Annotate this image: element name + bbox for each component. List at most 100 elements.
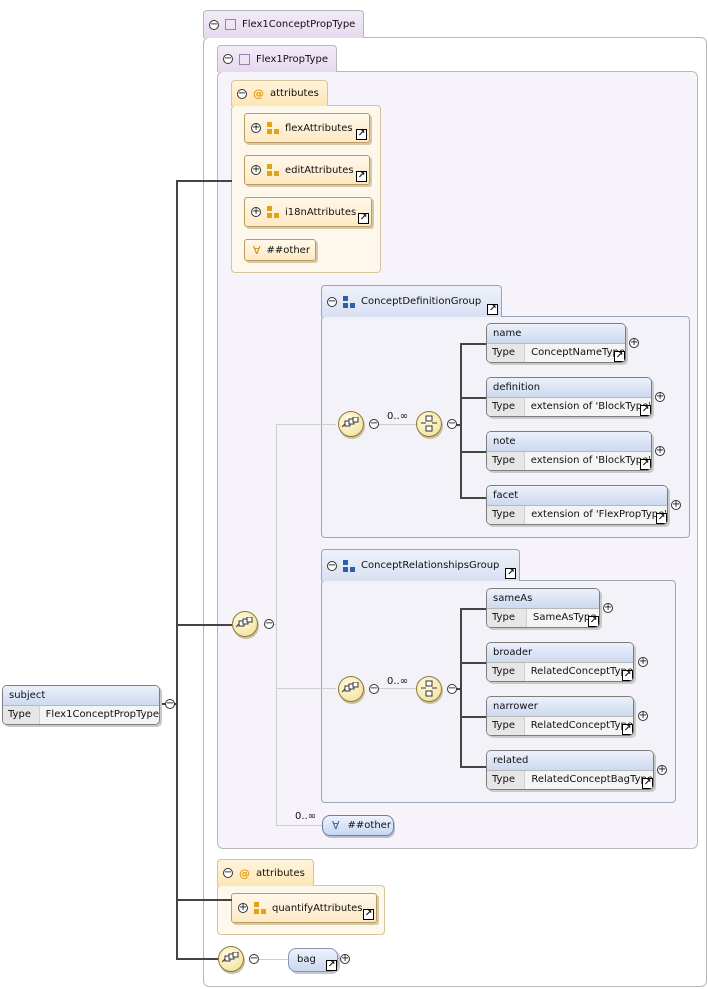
- connector-thin: [276, 424, 277, 826]
- collapse-icon[interactable]: −: [165, 699, 175, 709]
- expand-icon[interactable]: +: [251, 207, 261, 217]
- link-arrow-icon[interactable]: ↗: [642, 778, 653, 789]
- link-arrow-icon[interactable]: ↗: [356, 129, 367, 140]
- collapse-icon[interactable]: −: [223, 54, 233, 64]
- any-element-other[interactable]: ∀ ##other: [322, 815, 394, 836]
- link-arrow-icon[interactable]: ↗: [614, 351, 625, 362]
- link-arrow-icon[interactable]: ↗: [640, 405, 651, 416]
- multiplicity-label: 0..∞: [387, 676, 409, 687]
- expand-icon[interactable]: +: [638, 711, 648, 721]
- type-label: Type: [487, 717, 525, 735]
- expand-icon[interactable]: +: [251, 123, 261, 133]
- element-note[interactable]: note Type extension of 'BlockType' ↗: [486, 431, 652, 471]
- group-label: ConceptDefinitionGroup: [361, 296, 482, 307]
- attribute-at-icon: @: [239, 866, 250, 880]
- sequence-compositor-relationships[interactable]: [338, 676, 364, 702]
- link-arrow-icon[interactable]: ↗: [622, 670, 633, 681]
- expand-icon[interactable]: +: [629, 338, 639, 348]
- multiplicity-label: 0..∞: [295, 811, 317, 822]
- collapse-icon[interactable]: −: [209, 19, 219, 30]
- expand-icon[interactable]: +: [657, 765, 667, 775]
- choice-compositor-relationships[interactable]: [416, 676, 442, 702]
- collapse-icon[interactable]: −: [264, 619, 274, 629]
- sequence-compositor-bag[interactable]: [218, 946, 244, 972]
- ref-label: i18nAttributes: [285, 206, 357, 218]
- attributes-bottom-tab[interactable]: − @ attributes: [217, 859, 314, 886]
- link-arrow-icon[interactable]: ↗: [588, 616, 599, 627]
- attribute-group-ref-editattributes[interactable]: + editAttributes ↗: [244, 155, 370, 185]
- type-label: Flex1PropType: [256, 53, 328, 65]
- attribute-group-icon: [254, 902, 266, 914]
- any-label: ##other: [266, 244, 310, 256]
- connector: [176, 958, 218, 960]
- collapse-icon[interactable]: −: [447, 419, 457, 429]
- ref-label: quantifyAttributes: [272, 902, 363, 914]
- element-sameas[interactable]: sameAs Type SameAsType ↗: [486, 588, 600, 628]
- element-definition[interactable]: definition Type extension of 'BlockType' …: [486, 377, 652, 417]
- link-arrow-icon[interactable]: ↗: [363, 909, 374, 920]
- expand-icon[interactable]: +: [638, 657, 648, 667]
- expand-icon[interactable]: +: [655, 446, 665, 456]
- connector: [460, 716, 486, 718]
- link-arrow-icon[interactable]: ↗: [640, 459, 651, 470]
- element-name-label: facet: [487, 486, 667, 506]
- connector: [460, 451, 486, 453]
- expand-icon[interactable]: +: [603, 603, 613, 613]
- collapse-icon[interactable]: −: [327, 560, 337, 571]
- collapse-icon[interactable]: −: [369, 419, 379, 429]
- conceptrelationshipsgroup-tab[interactable]: − ConceptRelationshipsGroup ↗: [321, 549, 521, 581]
- connector-thin: [378, 424, 416, 425]
- link-arrow-icon[interactable]: ↗: [622, 724, 633, 735]
- link-arrow-icon[interactable]: ↗: [326, 960, 337, 971]
- connector-thin: [276, 688, 336, 689]
- link-arrow-icon[interactable]: ↗: [505, 568, 517, 579]
- element-bag[interactable]: bag ↗: [288, 948, 338, 972]
- link-arrow-icon[interactable]: ↗: [487, 304, 499, 315]
- group-icon: [343, 295, 355, 308]
- expand-icon[interactable]: +: [655, 392, 665, 402]
- collapse-icon[interactable]: −: [327, 296, 337, 307]
- any-attribute-icon: ∀: [253, 243, 261, 257]
- element-related[interactable]: related Type RelatedConceptBagType ↗: [486, 750, 654, 790]
- sequence-compositor-main[interactable]: [232, 611, 258, 637]
- connector-thin: [276, 825, 322, 826]
- link-arrow-icon[interactable]: ↗: [656, 513, 667, 524]
- element-facet[interactable]: facet Type extension of 'FlexPropType' ↗: [486, 485, 668, 525]
- connector-thin: [378, 688, 416, 689]
- expand-icon[interactable]: +: [671, 500, 681, 510]
- choice-compositor-definition[interactable]: [416, 411, 442, 437]
- choice-icon: [421, 680, 437, 697]
- link-arrow-icon[interactable]: ↗: [358, 213, 369, 224]
- collapse-icon[interactable]: −: [447, 684, 457, 694]
- attributes-tab[interactable]: − @ attributes: [231, 80, 328, 106]
- conceptdefinitiongroup-tab[interactable]: − ConceptDefinitionGroup ↗: [321, 285, 503, 317]
- element-subject[interactable]: subject Type Flex1ConceptPropType: [2, 685, 160, 725]
- collapse-icon[interactable]: −: [223, 868, 233, 878]
- type-label: Type: [487, 398, 525, 416]
- element-name[interactable]: name Type ConceptNameType ↗: [486, 323, 626, 363]
- flex1conceptproptype-tab[interactable]: − Flex1ConceptPropType: [203, 10, 365, 38]
- expand-icon[interactable]: +: [251, 165, 261, 175]
- element-name-label: name: [487, 324, 625, 344]
- expand-icon[interactable]: +: [340, 954, 350, 964]
- attribute-group-ref-flexattributes[interactable]: + flexAttributes ↗: [244, 113, 370, 143]
- collapse-icon[interactable]: −: [249, 954, 259, 964]
- element-name-label: broader: [487, 643, 633, 663]
- collapse-icon[interactable]: −: [369, 684, 379, 694]
- connector-thin: [258, 959, 288, 960]
- type-label: Type: [487, 344, 526, 362]
- attribute-group-icon: [267, 206, 279, 218]
- collapse-icon[interactable]: −: [237, 88, 247, 99]
- element-broader[interactable]: broader Type RelatedConceptType ↗: [486, 642, 634, 682]
- attribute-group-ref-quantifyattributes[interactable]: + quantifyAttributes ↗: [231, 893, 377, 923]
- sequence-compositor-definition[interactable]: [338, 411, 364, 437]
- any-attribute-other[interactable]: ∀ ##other: [244, 239, 316, 261]
- link-arrow-icon[interactable]: ↗: [356, 171, 367, 182]
- expand-icon[interactable]: +: [238, 903, 248, 913]
- type-label: Type: [487, 506, 526, 524]
- type-label: Type: [487, 609, 527, 627]
- type-label: Type: [3, 706, 40, 724]
- element-narrower[interactable]: narrower Type RelatedConceptType ↗: [486, 696, 634, 736]
- attribute-group-ref-i18nattributes[interactable]: + i18nAttributes ↗: [244, 197, 372, 227]
- flex1proptype-tab[interactable]: − Flex1PropType: [217, 45, 337, 72]
